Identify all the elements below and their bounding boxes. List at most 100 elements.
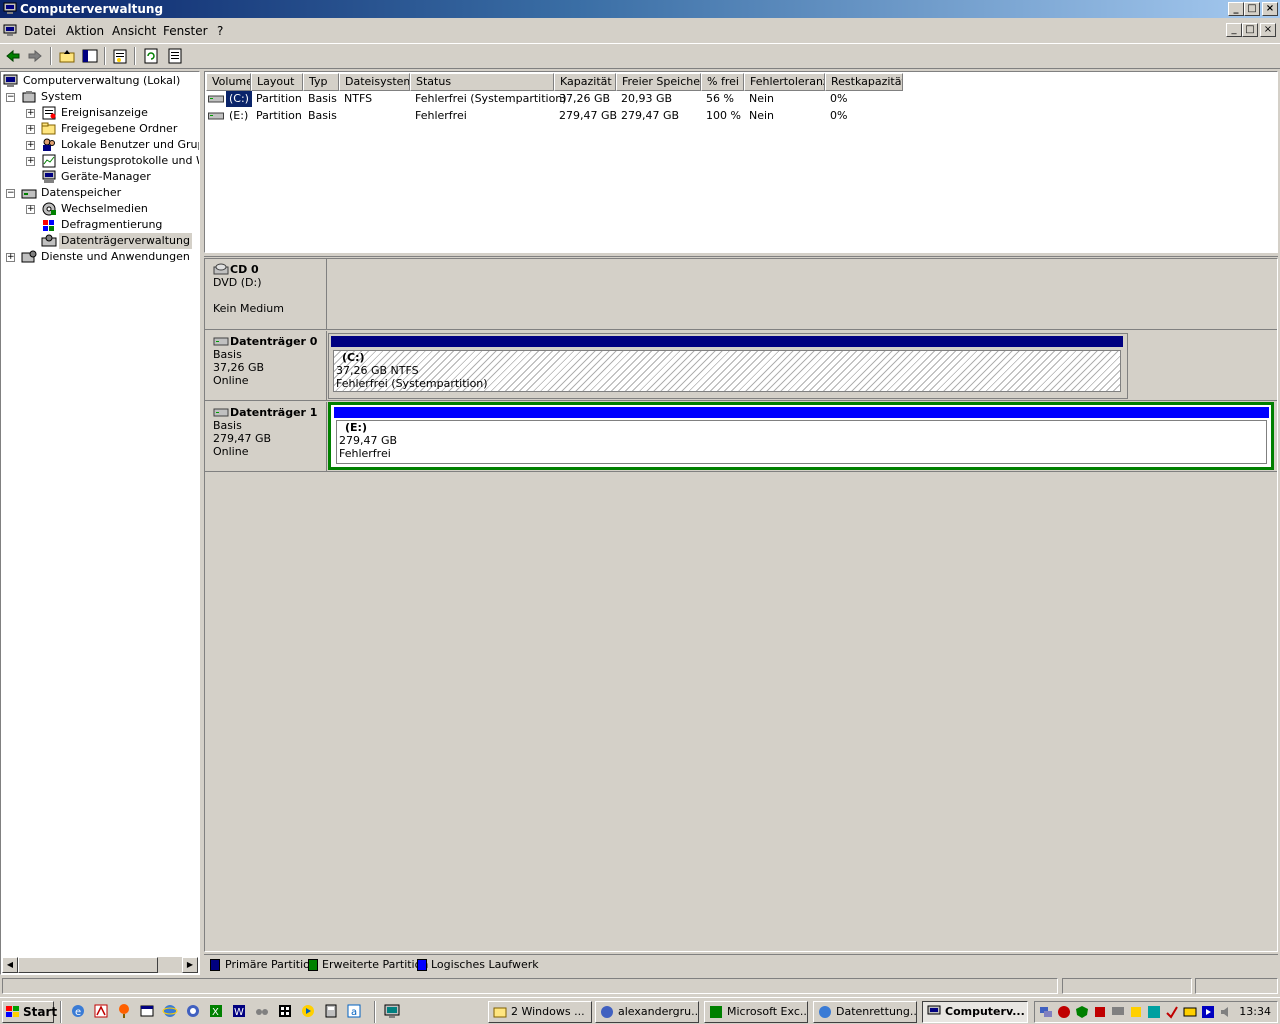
quicklaunch-word-icon[interactable]: W: [231, 1003, 247, 1019]
properties-icon[interactable]: [110, 47, 130, 65]
tray-play-icon[interactable]: [1201, 1005, 1215, 1019]
pane-splitter[interactable]: [204, 253, 1278, 257]
quicklaunch-calc-icon[interactable]: [323, 1003, 339, 1019]
tray-security-icon[interactable]: [1075, 1005, 1089, 1019]
folder-icon: [493, 1007, 507, 1018]
svg-text:e: e: [75, 1007, 81, 1018]
scroll-right-arrow-icon[interactable]: ▶: [182, 957, 198, 973]
partition-e[interactable]: (E:) 279,47 GB Fehlerfrei: [328, 402, 1274, 470]
quicklaunch-browser-icon[interactable]: [162, 1003, 178, 1019]
browser-icon: [601, 1006, 613, 1018]
column-header-status[interactable]: Status: [410, 73, 554, 91]
task-button-computerverwaltung[interactable]: Computerv...: [922, 1001, 1028, 1023]
expand-toggle[interactable]: +: [26, 125, 35, 134]
disk-row-1[interactable]: Datenträger 1 Basis 279,47 GB Online (E:…: [205, 402, 1277, 472]
mdi-minimize-button[interactable]: _: [1226, 23, 1242, 37]
collapse-toggle[interactable]: −: [6, 189, 15, 198]
back-icon[interactable]: [3, 47, 23, 65]
expand-toggle[interactable]: +: [26, 109, 35, 118]
quicklaunch-acrobat-icon[interactable]: [93, 1003, 109, 1019]
disk-info-cd0[interactable]: CD 0 DVD (D:) Kein Medium: [205, 259, 327, 329]
expand-toggle[interactable]: +: [26, 141, 35, 150]
window-title: Computerverwaltung: [20, 2, 164, 16]
volume-list[interactable]: Volume Layout Typ Dateisystem Status Kap…: [204, 71, 1278, 253]
tray-volume-icon[interactable]: [1219, 1005, 1233, 1019]
mmc-document-icon[interactable]: [3, 23, 17, 37]
task-button-excel[interactable]: Microsoft Exc...: [704, 1001, 808, 1023]
expand-toggle[interactable]: +: [26, 205, 35, 214]
menu-fenster[interactable]: Fenster: [163, 24, 208, 38]
drive-icon: [208, 95, 224, 103]
show-hide-tree-icon[interactable]: [80, 47, 100, 65]
task-button-datenrettung[interactable]: Datenrettung...: [813, 1001, 917, 1023]
mdi-close-button[interactable]: ×: [1260, 23, 1276, 37]
console-tree[interactable]: Computerverwaltung (Lokal) − System + Er…: [0, 71, 200, 975]
disk-info-1[interactable]: Datenträger 1 Basis 279,47 GB Online: [205, 402, 327, 471]
tray-monitor-icon[interactable]: [1111, 1005, 1125, 1019]
up-folder-icon[interactable]: [57, 47, 77, 65]
expand-toggle[interactable]: +: [6, 253, 15, 262]
disk-info-0[interactable]: Datenträger 0 Basis 37,26 GB Online: [205, 331, 327, 400]
legend-label-primary: Primäre Partition: [225, 958, 317, 971]
window-title-bar[interactable]: Computerverwaltung _ □ ×: [0, 0, 1280, 18]
quicklaunch-tool-icon[interactable]: [254, 1003, 270, 1019]
column-header-restkapazitaet[interactable]: Restkapazität: [825, 73, 903, 91]
tray-antivirus-icon[interactable]: [1057, 1005, 1071, 1019]
tray-tool-icon[interactable]: [1129, 1005, 1143, 1019]
disk-partition-area-0: (C:) 37,26 GB NTFS Fehlerfrei (Systempar…: [328, 331, 1128, 400]
tray-grid-icon[interactable]: [1147, 1005, 1161, 1019]
scrollbar-thumb[interactable]: [18, 957, 158, 973]
forward-icon[interactable]: [25, 47, 45, 65]
clock[interactable]: 13:34: [1239, 1005, 1271, 1018]
disk-row-0[interactable]: Datenträger 0 Basis 37,26 GB Online (C:)…: [205, 331, 1277, 401]
menu-bar: Datei Aktion Ansicht Fenster ? _ □ ×: [0, 20, 1280, 42]
column-header-dateisystem[interactable]: Dateisystem: [339, 73, 410, 91]
system-tray: 13:34: [1034, 1001, 1278, 1023]
minimize-button[interactable]: _: [1228, 2, 1244, 16]
column-header-prozent-frei[interactable]: % frei: [701, 73, 744, 91]
quicklaunch-balloon-icon[interactable]: [116, 1003, 132, 1019]
collapse-toggle[interactable]: −: [6, 93, 15, 102]
mdi-restore-button[interactable]: □: [1242, 23, 1258, 37]
toolbar-separator: [50, 47, 52, 65]
quicklaunch-media-icon[interactable]: [300, 1003, 316, 1019]
disk-row-cd0[interactable]: CD 0 DVD (D:) Kein Medium: [205, 259, 1277, 330]
menu-help[interactable]: ?: [217, 24, 223, 38]
scroll-left-arrow-icon[interactable]: ◀: [2, 957, 18, 973]
quicklaunch-excel-icon[interactable]: X: [208, 1003, 224, 1019]
quicklaunch-network-icon[interactable]: [185, 1003, 201, 1019]
column-header-kapazitaet[interactable]: Kapazität: [554, 73, 616, 91]
legend-label-logical: Logisches Laufwerk: [431, 958, 539, 971]
expand-toggle[interactable]: +: [26, 157, 35, 166]
quicklaunch-window-icon[interactable]: [139, 1003, 155, 1019]
menu-ansicht[interactable]: Ansicht: [112, 24, 156, 38]
task-button-browser[interactable]: alexandergru...: [595, 1001, 699, 1023]
legend-swatch-extended: [308, 959, 318, 971]
task-button-windows-group[interactable]: 2 Windows ...: [488, 1001, 592, 1023]
export-list-icon[interactable]: [165, 47, 185, 65]
tray-card-icon[interactable]: [1183, 1005, 1197, 1019]
tray-network-icon[interactable]: [1039, 1005, 1053, 1019]
tray-tick-icon[interactable]: [1165, 1005, 1179, 1019]
column-header-freier-speicher[interactable]: Freier Speicher: [616, 73, 701, 91]
quicklaunch-text-icon[interactable]: a: [346, 1003, 362, 1019]
column-header-layout[interactable]: Layout: [251, 73, 303, 91]
menu-aktion[interactable]: Aktion: [66, 24, 104, 38]
tray-app-icon[interactable]: [1093, 1005, 1107, 1019]
disk-graphical-view[interactable]: CD 0 DVD (D:) Kein Medium Datenträger 0 …: [204, 258, 1278, 952]
quicklaunch-ie-icon[interactable]: e: [70, 1003, 86, 1019]
show-desktop-icon[interactable]: [384, 1003, 400, 1019]
cd-drive-icon: [213, 263, 229, 275]
column-header-fehlertoleranz[interactable]: Fehlertoleranz: [744, 73, 825, 91]
maximize-button[interactable]: □: [1244, 2, 1260, 16]
quicklaunch-grid-icon[interactable]: [277, 1003, 293, 1019]
column-header-typ[interactable]: Typ: [303, 73, 339, 91]
tree-horizontal-scrollbar[interactable]: ◀ ▶: [2, 957, 198, 973]
menu-datei[interactable]: Datei: [24, 24, 56, 38]
close-button[interactable]: ×: [1262, 2, 1278, 16]
refresh-icon[interactable]: [141, 47, 161, 65]
partition-c[interactable]: (C:) 37,26 GB NTFS Fehlerfrei (Systempar…: [328, 333, 1128, 399]
taskbar: Start e X W a 2 Windows ... alexandergru…: [0, 997, 1280, 1024]
start-button[interactable]: Start: [2, 1001, 57, 1023]
column-header-volume[interactable]: Volume: [206, 73, 251, 91]
